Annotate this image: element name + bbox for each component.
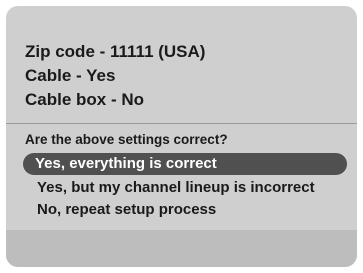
setup-confirmation-screen: Zip code - 11111 (USA) Cable - Yes Cable… — [6, 6, 357, 267]
option-channel-lineup-incorrect[interactable]: Yes, but my channel lineup is incorrect — [37, 179, 315, 196]
footer-bar — [6, 230, 357, 267]
option-everything-correct[interactable]: Yes, everything is correct — [23, 153, 347, 175]
options-menu: Yes, everything is correct Yes, but my c… — [6, 6, 357, 267]
option-repeat-setup[interactable]: No, repeat setup process — [37, 201, 216, 218]
